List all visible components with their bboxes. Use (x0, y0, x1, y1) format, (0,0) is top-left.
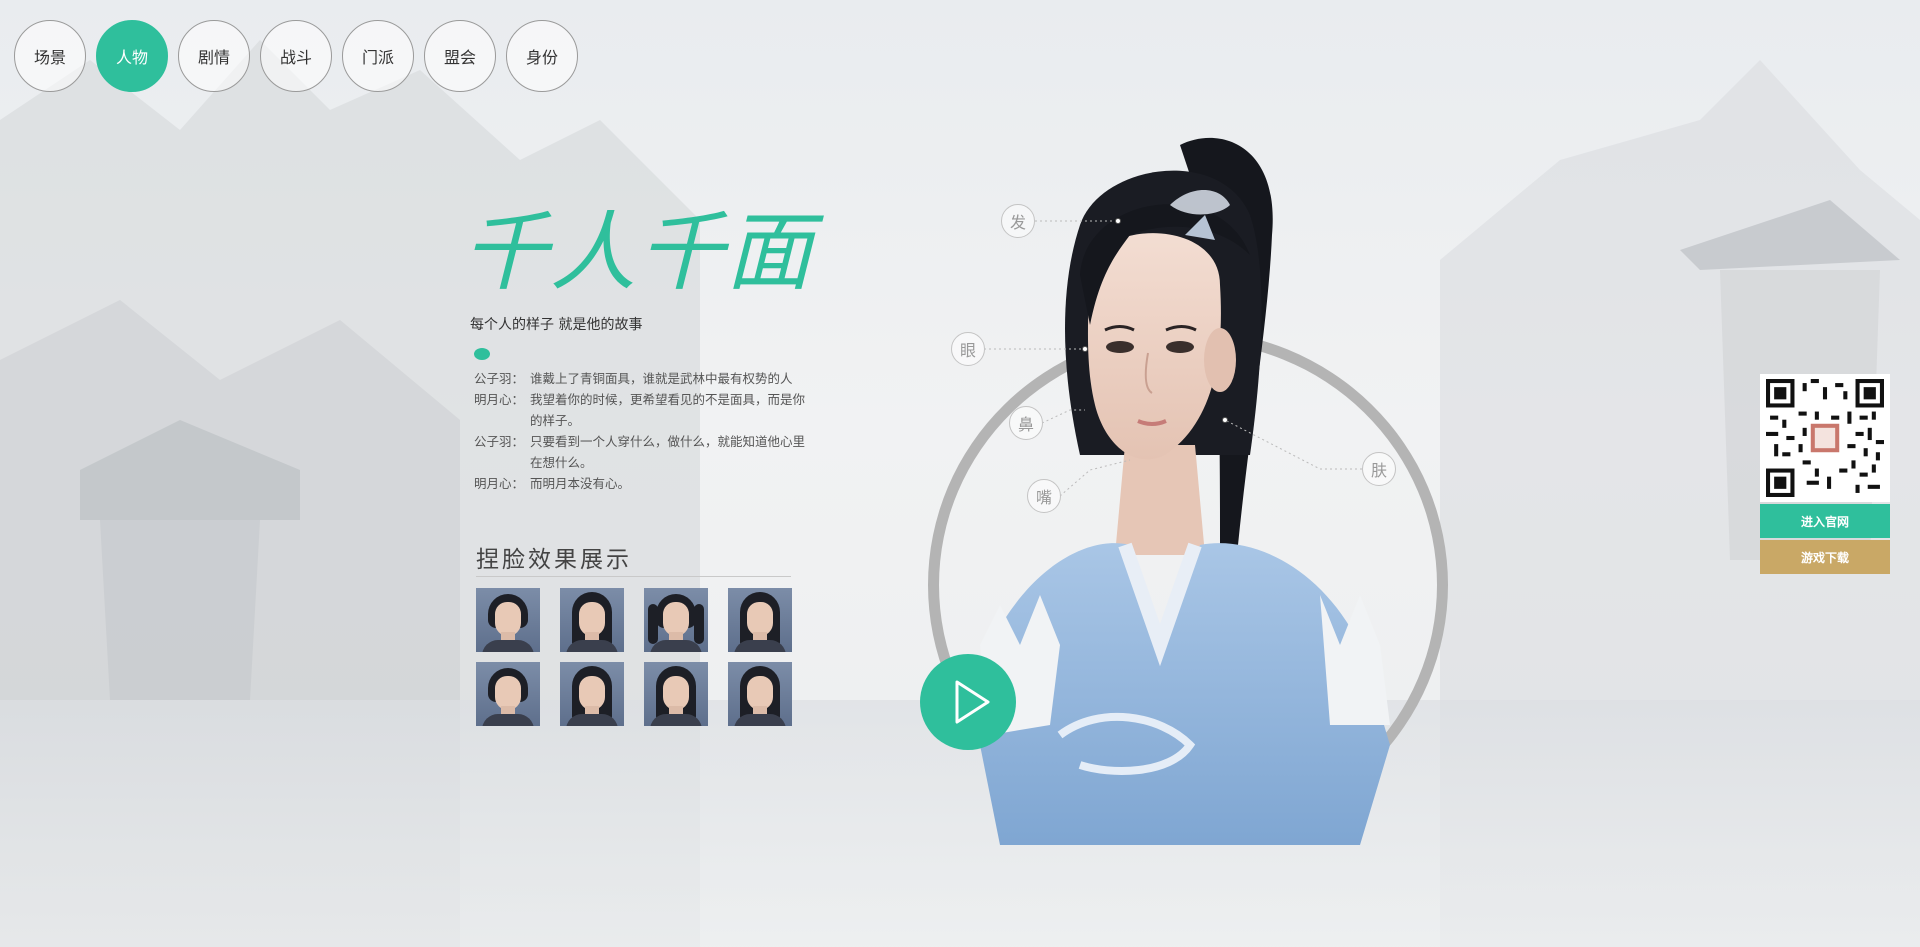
nav-combat[interactable]: 战斗 (260, 20, 332, 92)
gallery-divider (476, 576, 791, 577)
face-thumbnail[interactable] (476, 588, 540, 652)
dialog-text: 谁戴上了青铜面具，谁就是武林中最有权势的人 (530, 371, 793, 386)
dialog-text: 而明月本没有心。 (530, 476, 631, 491)
qr-code (1760, 374, 1890, 502)
face-thumbnail[interactable] (728, 662, 792, 726)
face-thumbnail[interactable] (644, 662, 708, 726)
dialog-block: 公子羽： 谁戴上了青铜面具，谁就是武林中最有权势的人 明月心： 我望着你的时候，… (474, 368, 814, 494)
dialog-speaker: 明月心： (474, 392, 525, 407)
dialog-speaker: 公子羽： (474, 371, 525, 386)
face-gallery (476, 588, 792, 726)
official-site-button[interactable]: 进入官网 (1760, 504, 1890, 538)
nav-scene[interactable]: 场景 (14, 20, 86, 92)
feature-skin-button[interactable]: 肤 (1362, 452, 1396, 486)
dialog-text: 我望着你的时候，更希望看见的不是面具，而是你的样子。 (530, 392, 806, 428)
face-thumbnail[interactable] (560, 662, 624, 726)
nav-identity[interactable]: 身份 (506, 20, 578, 92)
dialog-text: 只要看到一个人穿什么，做什么，就能知道他心里在想什么。 (530, 434, 806, 470)
side-download-panel: 进入官网 游戏下载 (1760, 374, 1890, 574)
dialog-line: 明月心： 而明月本没有心。 (474, 473, 814, 494)
feature-mouth-button[interactable]: 嘴 (1027, 479, 1061, 513)
top-nav: 场景 人物 剧情 战斗 门派 盟会 身份 (14, 20, 578, 92)
play-icon (955, 680, 990, 724)
face-thumbnail[interactable] (560, 588, 624, 652)
face-thumbnail[interactable] (476, 662, 540, 726)
dialog-line: 公子羽： 只要看到一个人穿什么，做什么，就能知道他心里在想什么。 (474, 431, 814, 473)
nav-story[interactable]: 剧情 (178, 20, 250, 92)
game-download-button[interactable]: 游戏下载 (1760, 540, 1890, 574)
page-title: 千人千面 (462, 203, 814, 303)
play-video-button[interactable] (920, 654, 1016, 750)
feature-nose-button[interactable]: 鼻 (1009, 406, 1043, 440)
dialog-speaker: 公子羽： (474, 434, 525, 449)
face-thumbnail[interactable] (644, 588, 708, 652)
nav-alliance[interactable]: 盟会 (424, 20, 496, 92)
qr-code-icon (1766, 379, 1884, 497)
nav-character[interactable]: 人物 (96, 20, 168, 92)
page-subtitle: 每个人的样子 就是他的故事 (470, 317, 643, 333)
gallery-title: 捏脸效果展示 (476, 547, 632, 573)
accent-dot (474, 348, 490, 360)
nav-sect[interactable]: 门派 (342, 20, 414, 92)
dialog-line: 公子羽： 谁戴上了青铜面具，谁就是武林中最有权势的人 (474, 368, 814, 389)
feature-eye-button[interactable]: 眼 (951, 332, 985, 366)
dialog-line: 明月心： 我望着你的时候，更希望看见的不是面具，而是你的样子。 (474, 389, 814, 431)
dialog-speaker: 明月心： (474, 476, 525, 491)
feature-hair-button[interactable]: 发 (1001, 204, 1035, 238)
face-thumbnail[interactable] (728, 588, 792, 652)
